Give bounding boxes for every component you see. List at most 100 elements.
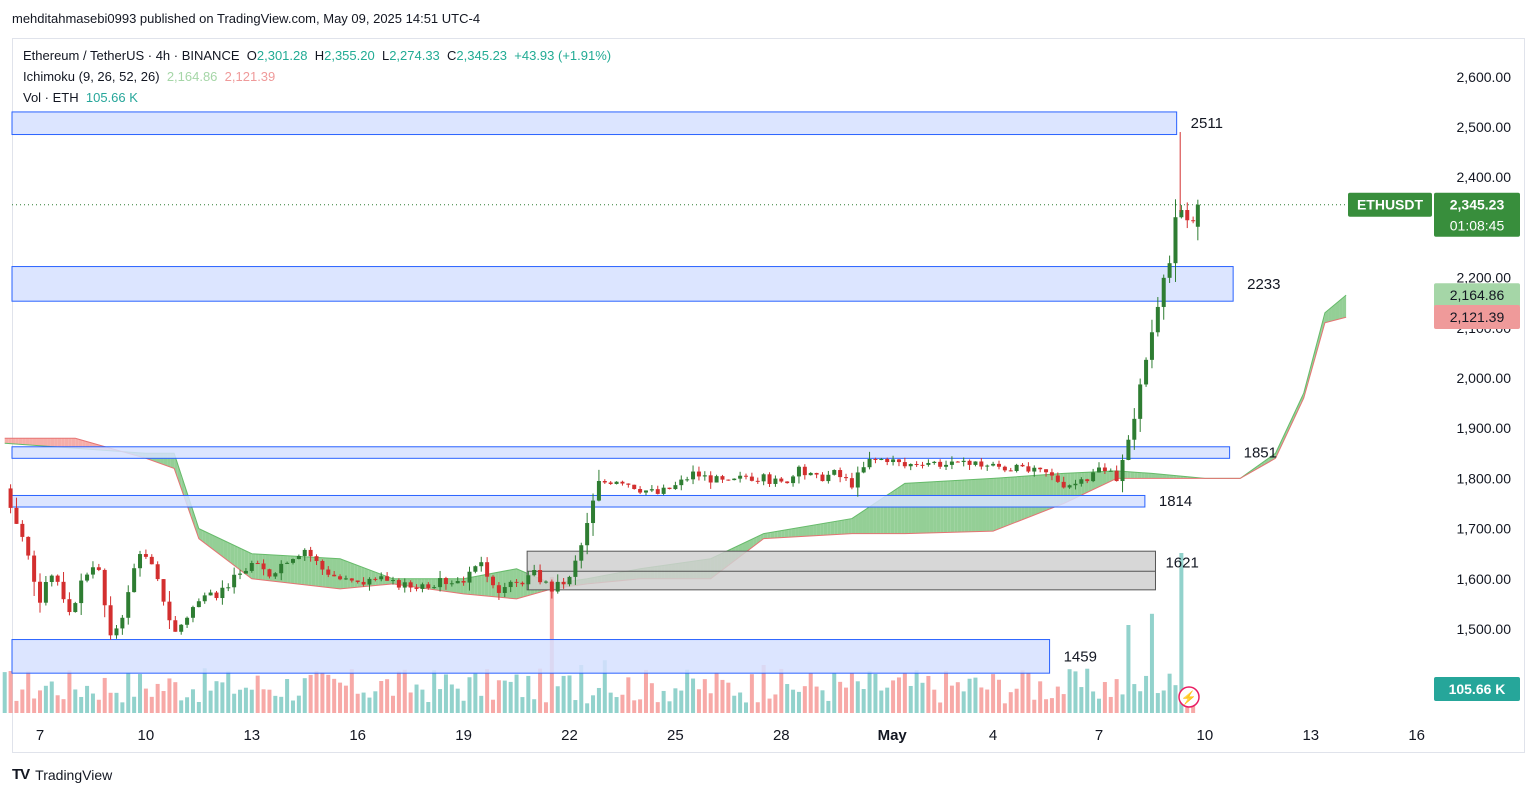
volume-bar: [49, 681, 54, 713]
candle-body: [744, 475, 749, 477]
candle-body: [808, 472, 813, 476]
candle-body: [85, 574, 90, 581]
candle-body: [702, 475, 707, 477]
volume-bar: [796, 691, 801, 713]
candle-body: [908, 464, 913, 467]
tradingview-brand[interactable]: TV TradingView: [12, 766, 112, 783]
volume-bar: [391, 695, 395, 713]
chart-legend: Ethereum / TetherUS · 4h · BINANCE O2,30…: [23, 45, 611, 108]
gray-zone-label: 1621: [1165, 554, 1198, 571]
volume-bar: [908, 685, 913, 713]
volume-bar: [14, 700, 19, 713]
candle-body: [655, 489, 660, 494]
cloud-segment: [904, 483, 909, 534]
legend-volume-label[interactable]: Vol · ETH: [23, 90, 79, 105]
volume-bar: [279, 696, 284, 713]
volume-bar: [520, 697, 525, 713]
y-tick-label: 2,400.00: [1457, 169, 1512, 185]
cloud-segment: [54, 438, 58, 448]
candle-body: [1038, 467, 1043, 470]
legend-ichimoku-row[interactable]: Ichimoku (9, 26, 52, 26) 2,164.86 2,121.…: [23, 66, 611, 87]
candle-body: [679, 479, 684, 486]
candle-body: [355, 580, 360, 582]
candle-body: [302, 549, 307, 556]
legend-volume-value: 105.66 K: [85, 90, 138, 105]
cloud-segment: [223, 540, 228, 561]
volume-bar: [973, 677, 978, 713]
time-axis[interactable]: 7 10 13 16 19 22 25 28 May 4 7 10 13 16: [36, 727, 1425, 744]
candle-body: [867, 458, 872, 468]
price-zones[interactable]: 2511 2233 1851 1814 1459 1621: [11, 111, 1281, 674]
legend-close: 2,345.23: [456, 48, 508, 63]
candle-body: [1132, 418, 1137, 440]
last-candle-body: [1195, 204, 1200, 227]
cloud-segment: [449, 578, 454, 593]
volume-bar: [120, 702, 125, 713]
candle-body: [1049, 472, 1054, 476]
candle-body: [538, 570, 543, 583]
volume-bar: [861, 689, 866, 713]
candle-body: [802, 466, 807, 476]
volume-bar: [343, 685, 348, 713]
volume-bar: [826, 700, 831, 713]
volume-bar: [867, 671, 872, 713]
volume-bar: [896, 677, 901, 713]
cloud-segment: [869, 504, 874, 534]
volume-bar: [379, 681, 384, 713]
volume-bar: [779, 668, 784, 713]
candle-body: [861, 467, 866, 473]
volume-bar: [1014, 688, 1019, 713]
cloud-segment: [350, 562, 355, 588]
candle-body: [855, 472, 860, 488]
legend-symbol-row[interactable]: Ethereum / TetherUS · 4h · BINANCE O2,30…: [23, 45, 611, 66]
cloud-segment: [301, 556, 305, 585]
cloud-segment: [463, 578, 468, 595]
legend-volume-row[interactable]: Vol · ETH 105.66 K: [23, 87, 611, 108]
cloud-segment: [234, 545, 238, 569]
candle-body: [320, 560, 325, 570]
candle-body: [1108, 470, 1113, 472]
candle-body: [90, 567, 95, 575]
cloud-segment: [844, 519, 849, 535]
candle-body: [361, 581, 366, 585]
volume-bar: [85, 685, 90, 713]
cloud-segment: [806, 525, 810, 537]
volume-bar: [926, 675, 931, 713]
volume-badge: 105.66 K: [1449, 681, 1506, 697]
volume-bar: [261, 689, 266, 713]
volume-bar: [1002, 703, 1007, 713]
candle-body: [14, 507, 19, 524]
candle-body: [573, 560, 578, 577]
volume-bar: [290, 700, 295, 713]
candle-body: [832, 470, 837, 475]
candle-body: [543, 581, 548, 583]
candle-body: [190, 607, 195, 618]
cloud-segment: [371, 570, 376, 586]
candle-body: [496, 585, 501, 593]
x-tick-label: 13: [243, 727, 260, 744]
price-axis[interactable]: 1,500.00 1,600.00 1,700.00 1,800.00 1,900.00…: [1457, 69, 1512, 637]
volume-bar: [655, 702, 660, 713]
candle-body: [961, 460, 966, 463]
cloud-segment: [1148, 473, 1152, 479]
price-chart[interactable]: 2511 2233 1851 1814 1459 1621 1,500.00 1,600.0…: [0, 0, 1538, 798]
cloud-segment: [230, 543, 235, 566]
cloud-segment: [456, 578, 461, 594]
legend-symbol[interactable]: Ethereum / TetherUS · 4h · BINANCE: [23, 48, 240, 63]
volume-bar: [485, 669, 490, 713]
candle-body: [1002, 466, 1007, 471]
volume-bar: [985, 689, 990, 713]
candle-body: [973, 461, 978, 465]
volume-bar: [296, 695, 301, 713]
legend-ichimoku-label[interactable]: Ichimoku (9, 26, 52, 26): [23, 69, 160, 84]
cloud-segment: [798, 526, 803, 537]
cloud-segment: [1095, 471, 1099, 489]
candle-body: [79, 580, 84, 604]
y-tick-label: 1,900.00: [1457, 420, 1512, 436]
volume-bar: [408, 692, 413, 713]
cloud-segment: [431, 578, 436, 590]
volume-bar: [1120, 694, 1125, 713]
candle-body: [1144, 359, 1149, 385]
volume-bar: [585, 703, 590, 713]
cloud-segment: [855, 513, 859, 534]
